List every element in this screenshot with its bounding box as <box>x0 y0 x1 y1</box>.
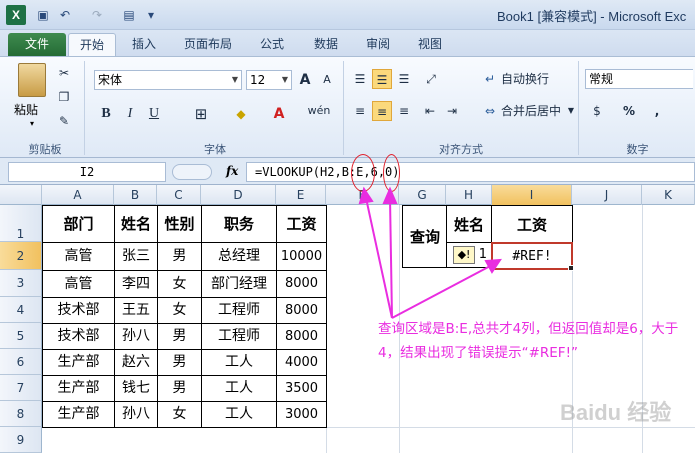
watermark: Baidu 经验 <box>560 400 672 425</box>
annotation-note: 查询区域是B:E,总共才4列，但返回值却是6，大于4，结果出现了错误提示“#RE… <box>378 321 679 361</box>
arrow-head-icon <box>382 186 398 204</box>
annotation-arrows <box>358 186 502 319</box>
arrow-to-result <box>391 263 495 319</box>
arrow-head-icon <box>358 186 374 205</box>
arrow-to-column-index <box>389 197 393 319</box>
arrow-head-icon <box>484 258 502 274</box>
arrow-to-range <box>365 197 393 319</box>
